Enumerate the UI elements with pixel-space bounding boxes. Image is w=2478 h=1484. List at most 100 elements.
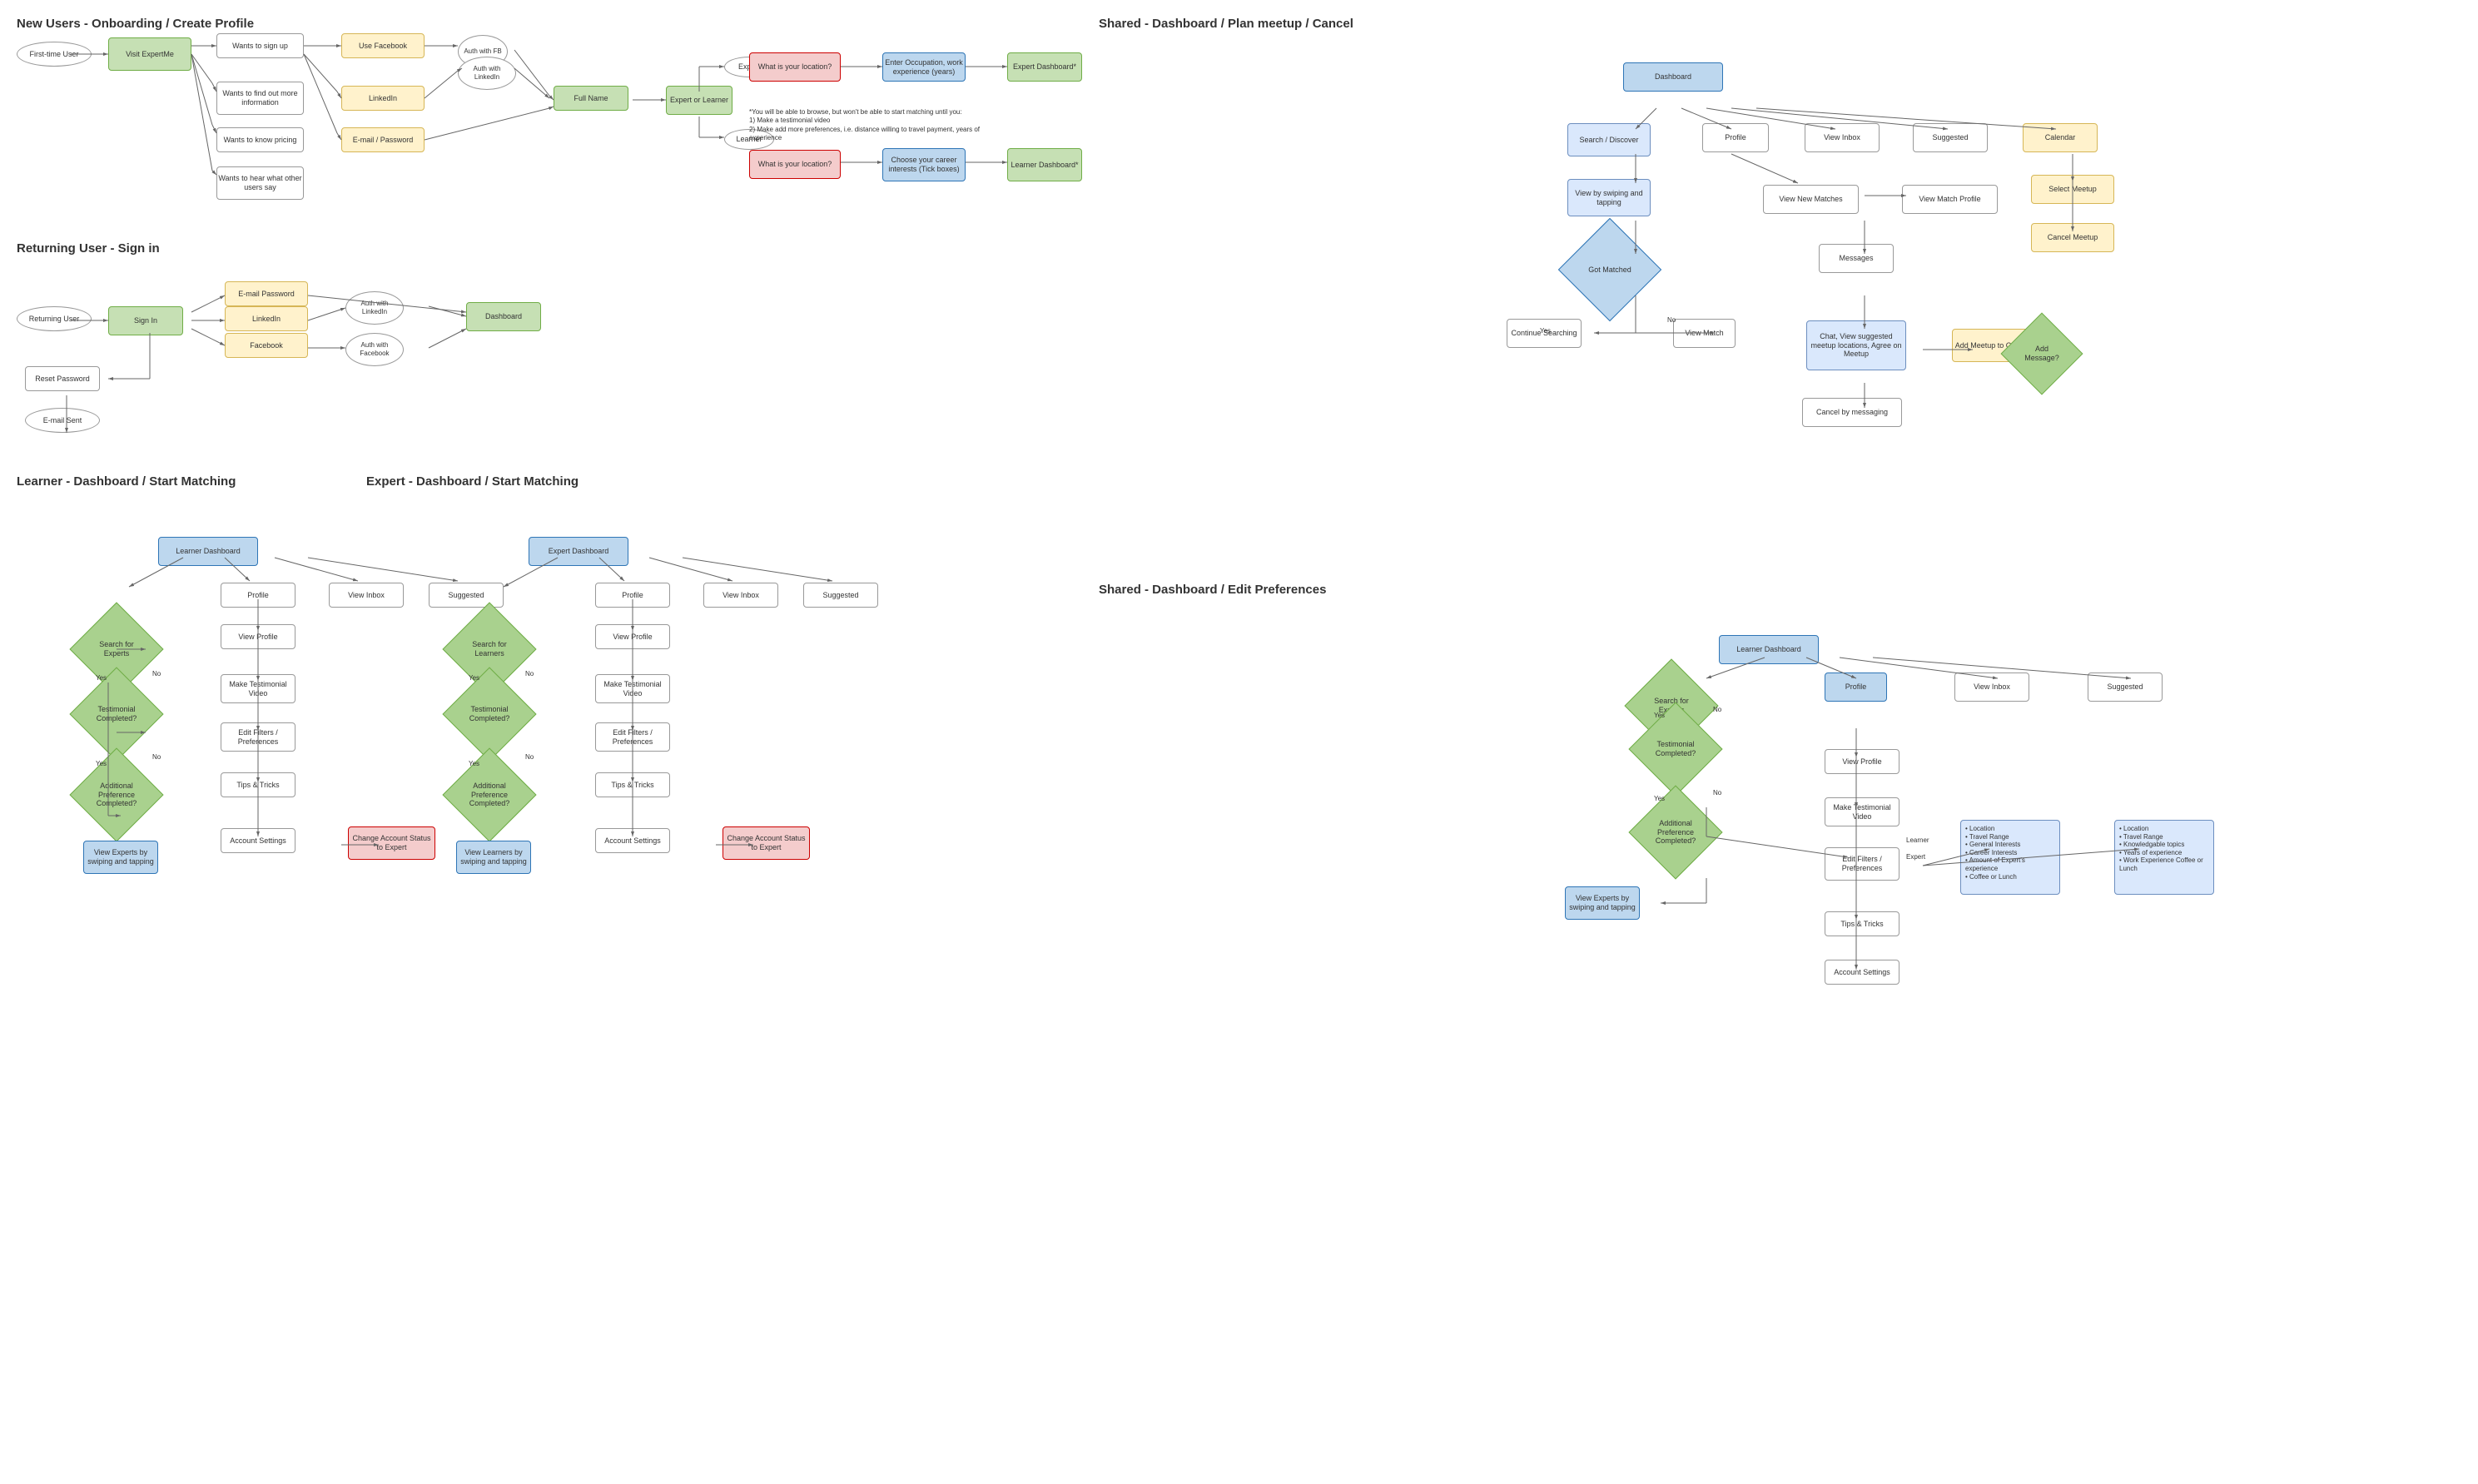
node-email-password-return: E-mail Password [225,281,308,306]
node-choose-career: Choose your career interests (Tick boxes… [882,148,966,181]
node-learner-dashboard-edit: Learner Dashboard [1719,635,1819,664]
node-use-facebook: Use Facebook [341,33,425,58]
node-expert-options: • Location• Travel Range• Knowledgable t… [2114,820,2214,895]
node-visit-expertme: Visit ExpertMe [108,37,191,71]
node-auth-facebook-return: Auth with Facebook [345,333,404,366]
node-additional-pref-diamond-edit: Additional Preference Completed? [1628,785,1722,879]
label-yes-continue: Yes [1540,327,1551,335]
node-suggested-expert: Suggested [803,583,878,608]
label-expert-edit: Expert [1906,853,1925,861]
node-email-sent: E-mail Sent [25,408,100,433]
node-wants-sign-up: Wants to sign up [216,33,304,58]
label-learner-edit: Learner [1906,836,1929,844]
node-cancel-by-messaging: Cancel by messaging [1802,398,1902,427]
node-dashboard-return: Dashboard [466,302,541,331]
note-new-users: *You will be able to browse, but won't b… [749,108,999,143]
node-dashboard-shared: Dashboard [1623,62,1723,92]
node-sign-in: Sign In [108,306,183,335]
node-additional-pref-diamond-learner: Additional Preference Completed? [69,747,163,841]
label-yes-testimonial-learner: Yes [96,674,107,682]
node-expert-dashboard-star: Expert Dashboard* [1007,52,1082,82]
node-view-inbox-learner: View Inbox [329,583,404,608]
node-expert-or-learner: Expert or Learner [666,86,732,115]
node-view-match-profile: View Match Profile [1902,185,1998,214]
node-view-new-matches: View New Matches [1763,185,1859,214]
new-users-title: New Users - Onboarding / Create Profile [17,17,254,31]
node-make-testimonial-edit-shared: Make Testimonial Video [1825,797,1899,826]
node-linkedin-return: LinkedIn [225,306,308,331]
node-what-occupation: What is your location? [749,52,841,82]
node-edit-filters-learner: Edit Filters / Preferences [221,722,295,752]
node-messages: Messages [1819,244,1894,273]
node-view-match: View Match [1673,319,1736,348]
node-linkedin-new: LinkedIn [341,86,425,111]
node-edit-filters-edit-shared: Edit Filters / Preferences [1825,847,1899,881]
section-shared-plan: Shared - Dashboard / Plan meetup / Cance… [1099,17,1353,43]
node-auth-linkedin-return: Auth with LinkedIn [345,291,404,325]
node-view-experts-learner: View Experts by swiping and tapping [83,841,158,874]
label-no-view-match: No [1667,316,1676,324]
node-suggested-edit-shared: Suggested [2088,673,2163,702]
node-learner-dashboard: Learner Dashboard [158,537,258,566]
node-account-settings-expert: Account Settings [595,828,670,853]
section-learner-dashboard: Learner - Dashboard / Start Matching [17,474,236,501]
label-yes-pref-expert: Yes [469,760,479,767]
label-yes-testimonial-expert: Yes [469,674,479,682]
section-shared-edit: Shared - Dashboard / Edit Preferences [1099,583,1326,609]
node-reset-password: Reset Password [25,366,100,391]
node-cancel-meetup: Cancel Meetup [2031,223,2114,252]
node-wants-hear: Wants to hear what other users say [216,166,304,200]
node-learner-options: • Location• Travel Range• General Intere… [1960,820,2060,895]
label-yes-testimonial-edit: Yes [1654,712,1665,719]
node-learner-dashboard-star: Learner Dashboard* [1007,148,1082,181]
node-calendar: Calendar [2023,123,2098,152]
returning-user-title: Returning User - Sign in [17,241,160,256]
node-got-matched: Got Matched [1558,218,1661,321]
node-testimonial-diamond-edit: Testimonial Completed? [1628,702,1722,796]
node-edit-filters-expert: Edit Filters / Preferences [595,722,670,752]
node-returning-user: Returning User [17,306,92,331]
node-tips-tricks-edit-shared: Tips & Tricks [1825,911,1899,936]
node-wants-find-more: Wants to find out more information [216,82,304,115]
node-add-message-diamond: Add Message? [2001,313,2083,395]
node-view-swiping: View by swiping and tapping [1567,179,1651,216]
node-suggested-learner: Suggested [429,583,504,608]
node-view-experts-edit-shared: View Experts by swiping and tapping [1565,886,1640,920]
shared-plan-title: Shared - Dashboard / Plan meetup / Cance… [1099,17,1353,31]
node-enter-occupation: Enter Occupation, work experience (years… [882,52,966,82]
node-select-meetup: Select Meetup [2031,175,2114,204]
node-view-profile-learner: View Profile [221,624,295,649]
label-yes-pref-edit: Yes [1654,795,1665,802]
node-view-inbox-expert: View Inbox [703,583,778,608]
node-profile-shared-plan: Profile [1702,123,1769,152]
node-expert-dashboard: Expert Dashboard [529,537,628,566]
label-no-pref-edit: No [1713,789,1721,797]
node-first-time-user: First-time User [17,42,92,67]
node-auth-linkedin-new: Auth with LinkedIn [458,57,516,90]
label-no-testimonial-edit: No [1713,706,1721,713]
node-change-account-learner: Change Account Status to Expert [348,826,435,860]
node-account-settings-learner: Account Settings [221,828,295,853]
node-view-profile-edit-shared: View Profile [1825,749,1899,774]
node-what-location-learner: What is your location? [749,150,841,179]
section-expert-dashboard: Expert - Dashboard / Start Matching [366,474,579,501]
section-returning-user: Returning User - Sign in [17,241,160,268]
node-view-inbox-edit-shared: View Inbox [1954,673,2029,702]
label-no-testimonial-learner: No [152,670,161,677]
node-view-profile-expert: View Profile [595,624,670,649]
node-profile-learner: Profile [221,583,295,608]
shared-edit-title: Shared - Dashboard / Edit Preferences [1099,583,1326,597]
node-full-name: Full Name [554,86,628,111]
label-no-pref-expert: No [525,753,534,761]
node-view-learners-expert: View Learners by swiping and tapping [456,841,531,874]
node-tips-tricks-learner: Tips & Tricks [221,772,295,797]
node-change-account-expert: Change Account Status to Expert [723,826,810,860]
label-yes-pref-learner: Yes [96,760,107,767]
node-make-testimonial-learner: Make Testimonial Video [221,674,295,703]
node-chat-view: Chat, View suggested meetup locations, A… [1806,320,1906,370]
label-no-pref-learner: No [152,753,161,761]
node-profile-expert: Profile [595,583,670,608]
expert-dashboard-title: Expert - Dashboard / Start Matching [366,474,579,489]
node-view-inbox-shared-plan: View Inbox [1805,123,1880,152]
node-search-discover: Search / Discover [1567,123,1651,156]
